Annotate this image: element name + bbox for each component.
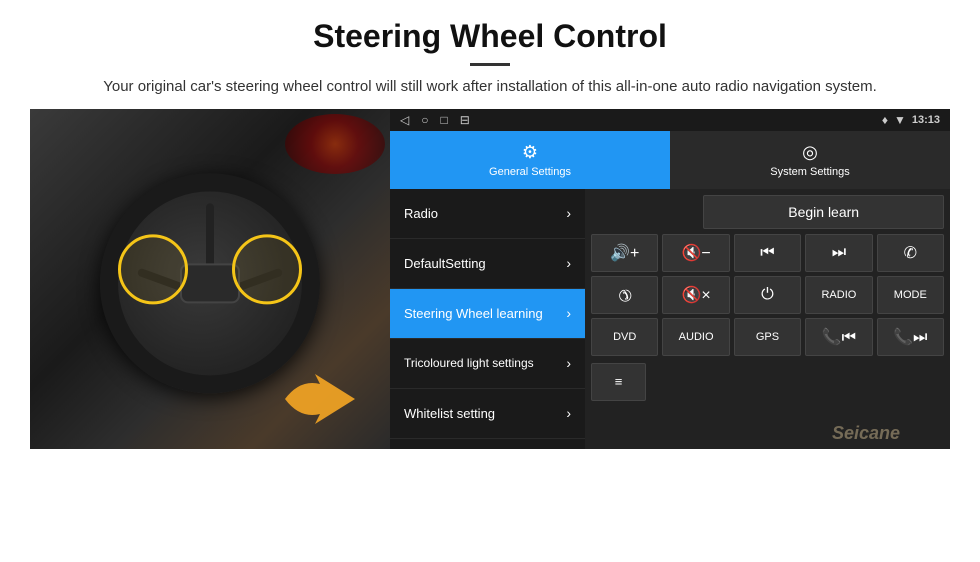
next2-button[interactable]: 📞⏭ — [877, 318, 944, 356]
phone-answer-button[interactable]: ✆ — [877, 234, 944, 272]
general-settings-icon: ⚙ — [522, 142, 538, 163]
vol-down-button[interactable]: 🔇− — [662, 234, 729, 272]
vol-down-icon: 🔇− — [681, 243, 710, 263]
power-icon: ⏻ — [761, 286, 774, 304]
menu-icon: ≡ — [615, 374, 623, 389]
left-menu: Radio › DefaultSetting › Steering Wheel … — [390, 189, 585, 449]
chevron-steering-icon: › — [566, 305, 571, 321]
gps-label: GPS — [756, 331, 779, 343]
page-title: Steering Wheel Control — [60, 18, 920, 55]
radio-label: RADIO — [821, 289, 856, 301]
radio-button[interactable]: RADIO — [805, 276, 872, 314]
prev-icon: ⏮ — [760, 244, 774, 262]
menu-item-radio[interactable]: Radio › — [390, 189, 585, 239]
page-subtitle: Your original car's steering wheel contr… — [60, 76, 920, 99]
panel-container: Radio › DefaultSetting › Steering Wheel … — [390, 189, 950, 449]
vol-up-button[interactable]: 🔊+ — [591, 234, 658, 272]
system-settings-icon: ◎ — [802, 142, 818, 163]
tab-system-label: System Settings — [770, 166, 849, 178]
next2-icon: 📞⏭ — [893, 327, 927, 347]
chevron-tricolour-icon: › — [566, 355, 571, 371]
dvd-button[interactable]: DVD — [591, 318, 658, 356]
menu-default-label: DefaultSetting — [404, 256, 486, 271]
gps-status-icon: ♦ — [882, 113, 888, 127]
next-button[interactable]: ⏭ — [805, 234, 872, 272]
call-end-button[interactable]: ✆ — [591, 276, 658, 314]
tab-system[interactable]: ◎ System Settings — [670, 131, 950, 189]
nav-recent-icon[interactable]: □ — [440, 113, 447, 127]
status-time: 13:13 — [912, 114, 940, 126]
tab-general-label: General Settings — [489, 166, 571, 178]
begin-learn-button[interactable]: Begin learn — [703, 195, 944, 229]
gps-button[interactable]: GPS — [734, 318, 801, 356]
prev2-icon: 📞⏮ — [822, 327, 856, 347]
next-icon: ⏭ — [832, 244, 846, 262]
title-divider — [470, 63, 510, 66]
status-bar-info: ♦ ▼ 13:13 — [882, 113, 940, 127]
chevron-whitelist-icon: › — [566, 405, 571, 421]
menu-item-steering[interactable]: Steering Wheel learning › — [390, 289, 585, 339]
steering-wheel-center — [180, 263, 240, 303]
right-panel: Begin learn 🔊+ 🔇− ⏮ ⏭ — [585, 189, 950, 449]
prev2-button[interactable]: 📞⏮ — [805, 318, 872, 356]
page-header: Steering Wheel Control Your original car… — [0, 0, 980, 109]
nav-back-icon[interactable]: ◁ — [400, 113, 409, 127]
status-bar: ◁ ○ □ ⊟ ♦ ▼ 13:13 — [390, 109, 950, 131]
nav-home-icon[interactable]: ○ — [421, 113, 428, 127]
dvd-label: DVD — [613, 331, 636, 343]
menu-radio-label: Radio — [404, 206, 438, 221]
call-end-icon: ✆ — [613, 283, 637, 307]
menu-item-tricolour[interactable]: Tricoloured light settings › — [390, 339, 585, 389]
mode-button[interactable]: MODE — [877, 276, 944, 314]
power-button[interactable]: ⏻ — [734, 276, 801, 314]
phone-answer-icon: ✆ — [904, 243, 917, 263]
steering-wheel-container — [100, 173, 320, 393]
menu-item-default[interactable]: DefaultSetting › — [390, 239, 585, 289]
menu-whitelist-label: Whitelist setting — [404, 406, 495, 421]
status-bar-nav: ◁ ○ □ ⊟ — [400, 113, 470, 127]
chevron-default-icon: › — [566, 255, 571, 271]
arrow-icon — [280, 369, 360, 429]
android-ui: ◁ ○ □ ⊟ ♦ ▼ 13:13 ⚙ General Settings ◎ S… — [390, 109, 950, 449]
begin-learn-row: Begin learn — [591, 195, 944, 229]
menu-steering-label: Steering Wheel learning — [404, 306, 543, 321]
tab-general[interactable]: ⚙ General Settings — [390, 131, 670, 189]
audio-label: AUDIO — [679, 331, 714, 343]
yellow-circle-right — [232, 234, 302, 304]
yellow-circle-left — [118, 234, 188, 304]
dashboard-indicator — [285, 114, 385, 174]
nav-tabs: ⚙ General Settings ◎ System Settings — [390, 131, 950, 189]
last-row: ≡ — [591, 363, 944, 401]
car-background — [30, 109, 390, 449]
menu-item-whitelist[interactable]: Whitelist setting › — [390, 389, 585, 439]
mute-icon: 🔇× — [681, 285, 710, 305]
arrow-container — [280, 369, 360, 429]
car-image-area — [30, 109, 390, 449]
menu-icon-button[interactable]: ≡ — [591, 363, 646, 401]
vol-up-icon: 🔊+ — [610, 243, 639, 263]
prev-button[interactable]: ⏮ — [734, 234, 801, 272]
menu-tricolour-label: Tricoloured light settings — [404, 356, 534, 370]
main-content: ◁ ○ □ ⊟ ♦ ▼ 13:13 ⚙ General Settings ◎ S… — [0, 109, 980, 449]
control-grid: 🔊+ 🔇− ⏮ ⏭ ✆ ✆ — [591, 234, 944, 356]
mode-label: MODE — [894, 289, 927, 301]
wifi-status-icon: ▼ — [894, 113, 906, 127]
nav-cast-icon[interactable]: ⊟ — [460, 113, 470, 127]
mute-button[interactable]: 🔇× — [662, 276, 729, 314]
audio-button[interactable]: AUDIO — [662, 318, 729, 356]
chevron-radio-icon: › — [566, 205, 571, 221]
